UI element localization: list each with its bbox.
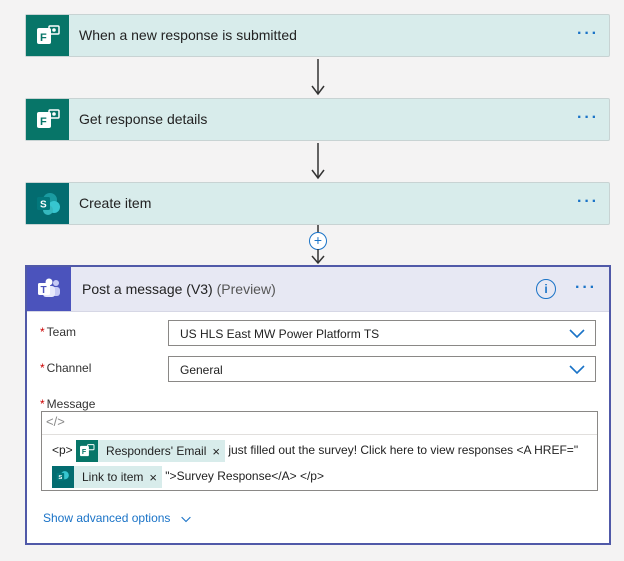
action-title-text: Post a message (V3) [82, 281, 213, 297]
more-options-icon[interactable]: ··· [575, 279, 597, 297]
remove-token-icon[interactable]: × [212, 444, 225, 459]
team-value: US HLS East MW Power Platform TS [180, 327, 380, 341]
message-text: ">Survey Response</A> </p> [165, 469, 324, 484]
required-mark: * [40, 325, 45, 339]
dynamic-token-link-to-item[interactable]: S Link to item × [52, 466, 162, 488]
required-mark: * [40, 361, 45, 375]
required-mark: * [40, 397, 45, 411]
arrow-down-icon [311, 59, 325, 96]
create-item-card[interactable]: S Create item ··· [25, 182, 610, 225]
action-title: Post a message (V3) (Preview) [82, 281, 276, 297]
team-label: * Team [40, 325, 76, 339]
code-view-icon[interactable]: </> [46, 414, 65, 429]
svg-text:F: F [82, 449, 87, 456]
get-response-card[interactable]: F Get response details ··· [25, 98, 610, 141]
chevron-down-icon [569, 365, 585, 375]
sharepoint-icon: S [26, 183, 69, 224]
html-tag-text: <p> [52, 443, 73, 458]
channel-label: * Channel [40, 361, 91, 375]
step-title: Create item [79, 195, 152, 211]
more-options-icon[interactable]: ··· [577, 25, 599, 43]
forms-icon: F [26, 99, 69, 140]
message-line: S Link to item × ">Survey Response</A> <… [52, 466, 324, 488]
svg-text:S: S [58, 475, 62, 481]
more-options-icon[interactable]: ··· [577, 193, 599, 211]
svg-text:F: F [40, 116, 47, 128]
message-label-text: Message [46, 397, 96, 411]
step-title: When a new response is submitted [79, 27, 297, 43]
more-options-icon[interactable]: ··· [577, 109, 599, 127]
token-label: Responders' Email [106, 444, 207, 458]
arrow-down-icon [311, 249, 325, 265]
channel-value: General [180, 363, 223, 377]
message-line: <p> F Responders' Email × just filled ou… [52, 440, 578, 462]
channel-select[interactable]: General [168, 356, 596, 382]
info-icon[interactable]: i [536, 279, 556, 299]
post-message-action: T Post a message (V3) (Preview) i ··· * T… [25, 265, 611, 545]
show-advanced-text: Show advanced options [43, 511, 171, 525]
show-advanced-options-link[interactable]: Show advanced options [43, 511, 192, 525]
chevron-down-icon [181, 516, 191, 523]
preview-badge: (Preview) [216, 281, 276, 297]
action-header[interactable]: T Post a message (V3) (Preview) i ··· [27, 267, 609, 312]
add-step-button[interactable]: + [309, 232, 327, 250]
message-label: * Message [40, 397, 95, 411]
team-label-text: Team [46, 325, 77, 339]
forms-icon: F [76, 440, 99, 462]
svg-text:S: S [40, 199, 47, 210]
message-editor[interactable]: </> <p> F Responders' Email × just fille… [41, 411, 598, 491]
svg-text:F: F [40, 32, 47, 44]
svg-text:T: T [41, 285, 47, 296]
team-select[interactable]: US HLS East MW Power Platform TS [168, 320, 596, 346]
dynamic-token-responders-email[interactable]: F Responders' Email × [76, 440, 225, 462]
token-label: Link to item [82, 470, 144, 484]
remove-token-icon[interactable]: × [149, 470, 162, 485]
arrow-down-icon [311, 143, 325, 180]
forms-icon: F [26, 15, 69, 56]
trigger-card[interactable]: F When a new response is submitted ··· [25, 14, 610, 57]
step-title: Get response details [79, 111, 208, 127]
teams-icon: T [27, 267, 71, 311]
channel-label-text: Channel [46, 361, 92, 375]
editor-divider [42, 434, 597, 435]
chevron-down-icon [569, 329, 585, 339]
sharepoint-icon: S [52, 466, 74, 488]
message-text: just filled out the survey! Click here t… [228, 443, 579, 458]
